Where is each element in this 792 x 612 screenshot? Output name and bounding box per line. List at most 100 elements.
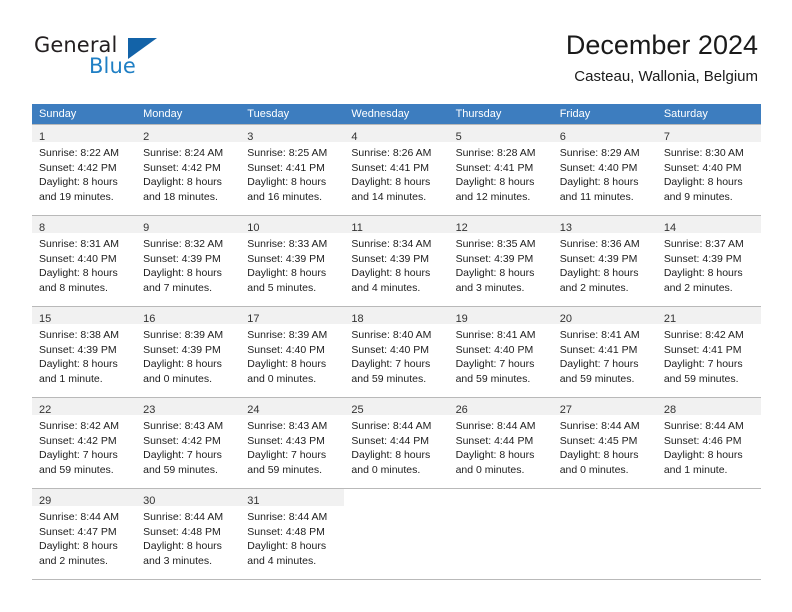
sunrise-text: Sunrise: 8:33 AM xyxy=(247,238,328,250)
day-details: Sunrise: 8:39 AM Sunset: 4:40 PM Dayligh… xyxy=(240,324,344,386)
day-number: 11 xyxy=(351,222,363,234)
day-details: Sunrise: 8:36 AM Sunset: 4:39 PM Dayligh… xyxy=(553,233,657,295)
page-subtitle-location: Casteau, Wallonia, Belgium xyxy=(574,68,758,85)
sunset-text: Sunset: 4:41 PM xyxy=(559,343,638,356)
calendar-day-cell[interactable]: 7 Sunrise: 8:30 AM Sunset: 4:40 PM Dayli… xyxy=(656,125,761,215)
day-number: 17 xyxy=(247,313,260,325)
calendar-day-cell[interactable]: 24 Sunrise: 8:43 AM Sunset: 4:43 PM Dayl… xyxy=(240,398,345,488)
day-details: Sunrise: 8:25 AM Sunset: 4:41 PM Dayligh… xyxy=(240,142,344,204)
calendar-day-cell[interactable]: 14 Sunrise: 8:37 AM Sunset: 4:39 PM Dayl… xyxy=(656,216,761,306)
calendar-day-cell[interactable]: 23 Sunrise: 8:43 AM Sunset: 4:42 PM Dayl… xyxy=(136,398,241,488)
calendar-week-row: 22 Sunrise: 8:42 AM Sunset: 4:42 PM Dayl… xyxy=(32,397,761,488)
calendar-day-cell[interactable]: 2 Sunrise: 8:24 AM Sunset: 4:42 PM Dayli… xyxy=(136,125,241,215)
calendar-day-cell[interactable]: 27 Sunrise: 8:44 AM Sunset: 4:45 PM Dayl… xyxy=(552,398,657,488)
daylight-text-line1: Daylight: 8 hours xyxy=(247,358,327,371)
sunrise-text: Sunrise: 8:44 AM xyxy=(39,511,119,523)
day-number: 14 xyxy=(663,222,677,234)
calendar-day-cell[interactable]: 12 Sunrise: 8:35 AM Sunset: 4:39 PM Dayl… xyxy=(448,216,553,306)
calendar-day-cell[interactable]: 18 Sunrise: 8:40 AM Sunset: 4:40 PM Dayl… xyxy=(344,307,449,397)
title-block: December 2024 Casteau, Wallonia, Belgium xyxy=(566,28,758,88)
day-number-band: 15 xyxy=(32,307,137,325)
calendar-day-cell[interactable]: 20 Sunrise: 8:41 AM Sunset: 4:41 PM Dayl… xyxy=(552,307,657,397)
calendar-day-cell[interactable]: 22 Sunrise: 8:42 AM Sunset: 4:42 PM Dayl… xyxy=(32,398,137,488)
page-header: General Blue December 2024 Casteau, Wall… xyxy=(0,0,792,100)
daylight-text-line2: and 0 minutes. xyxy=(247,372,317,385)
daylight-text-line1: Daylight: 8 hours xyxy=(143,540,222,553)
daylight-text-line2: and 16 minutes. xyxy=(247,190,322,203)
sunset-text: Sunset: 4:39 PM xyxy=(39,343,117,356)
day-details: Sunrise: 8:40 AM Sunset: 4:40 PM Dayligh… xyxy=(344,324,448,386)
day-number-band: 22 xyxy=(32,398,137,416)
day-number-band: 19 xyxy=(448,307,553,325)
calendar-day-cell[interactable]: 16 Sunrise: 8:39 AM Sunset: 4:39 PM Dayl… xyxy=(136,307,241,397)
daylight-text-line2: and 8 minutes. xyxy=(39,281,108,294)
calendar-day-cell[interactable]: 28 Sunrise: 8:44 AM Sunset: 4:46 PM Dayl… xyxy=(656,398,761,488)
calendar-day-cell[interactable]: 19 Sunrise: 8:41 AM Sunset: 4:40 PM Dayl… xyxy=(448,307,553,397)
calendar-day-cell[interactable]: 31 Sunrise: 8:44 AM Sunset: 4:48 PM Dayl… xyxy=(240,489,345,579)
sunrise-text: Sunrise: 8:25 AM xyxy=(247,147,328,159)
sunset-text: Sunset: 4:39 PM xyxy=(143,343,221,356)
calendar-day-cell[interactable]: 30 Sunrise: 8:44 AM Sunset: 4:48 PM Dayl… xyxy=(136,489,241,579)
day-number-band: 8 xyxy=(32,216,137,234)
daylight-text-line1: Daylight: 8 hours xyxy=(663,449,743,462)
day-number-band: 24 xyxy=(240,398,345,416)
day-details: Sunrise: 8:44 AM Sunset: 4:48 PM Dayligh… xyxy=(136,506,240,568)
daylight-text-line2: and 18 minutes. xyxy=(143,190,218,203)
calendar-week-row: 8 Sunrise: 8:31 AM Sunset: 4:40 PM Dayli… xyxy=(32,215,761,306)
day-number: 19 xyxy=(455,313,468,325)
calendar-day-cell[interactable]: 1 Sunrise: 8:22 AM Sunset: 4:42 PM Dayli… xyxy=(32,125,137,215)
calendar-day-cell-empty xyxy=(553,489,657,579)
daylight-text-line1: Daylight: 8 hours xyxy=(247,176,327,189)
calendar-day-cell[interactable]: 11 Sunrise: 8:34 AM Sunset: 4:39 PM Dayl… xyxy=(344,216,449,306)
daylight-text-line1: Daylight: 8 hours xyxy=(559,267,639,280)
calendar-day-cell[interactable]: 29 Sunrise: 8:44 AM Sunset: 4:47 PM Dayl… xyxy=(32,489,137,579)
daylight-text-line2: and 5 minutes. xyxy=(247,281,317,294)
sunrise-text: Sunrise: 8:42 AM xyxy=(663,329,744,341)
day-number-band: 16 xyxy=(136,307,241,325)
calendar-day-cell[interactable]: 25 Sunrise: 8:44 AM Sunset: 4:44 PM Dayl… xyxy=(344,398,449,488)
calendar-day-cell[interactable]: 21 Sunrise: 8:42 AM Sunset: 4:41 PM Dayl… xyxy=(656,307,761,397)
sunrise-text: Sunrise: 8:42 AM xyxy=(39,420,119,432)
day-number-band: 10 xyxy=(240,216,345,234)
general-blue-logo[interactable]: General Blue xyxy=(34,33,174,85)
calendar-day-cell[interactable]: 6 Sunrise: 8:29 AM Sunset: 4:40 PM Dayli… xyxy=(552,125,657,215)
calendar-day-cell[interactable]: 3 Sunrise: 8:25 AM Sunset: 4:41 PM Dayli… xyxy=(240,125,345,215)
daylight-text-line2: and 1 minute. xyxy=(39,372,103,385)
daylight-text-line2: and 59 minutes. xyxy=(39,463,114,476)
daylight-text-line1: Daylight: 8 hours xyxy=(455,449,535,462)
sunset-text: Sunset: 4:40 PM xyxy=(247,343,325,356)
calendar-day-cell[interactable]: 17 Sunrise: 8:39 AM Sunset: 4:40 PM Dayl… xyxy=(240,307,345,397)
sunrise-text: Sunrise: 8:39 AM xyxy=(247,329,328,341)
day-number-band: 11 xyxy=(344,216,449,234)
daylight-text-line2: and 11 minutes. xyxy=(559,190,634,203)
daylight-text-line2: and 2 minutes. xyxy=(559,281,629,294)
calendar-day-cell[interactable]: 5 Sunrise: 8:28 AM Sunset: 4:41 PM Dayli… xyxy=(448,125,553,215)
calendar-day-cell[interactable]: 15 Sunrise: 8:38 AM Sunset: 4:39 PM Dayl… xyxy=(32,307,137,397)
day-number: 27 xyxy=(559,404,572,416)
sunrise-text: Sunrise: 8:41 AM xyxy=(559,329,640,341)
day-details: Sunrise: 8:44 AM Sunset: 4:47 PM Dayligh… xyxy=(32,506,136,568)
sunrise-text: Sunrise: 8:43 AM xyxy=(143,420,224,432)
day-details: Sunrise: 8:44 AM Sunset: 4:44 PM Dayligh… xyxy=(449,415,553,477)
day-details: Sunrise: 8:39 AM Sunset: 4:39 PM Dayligh… xyxy=(136,324,240,386)
day-number: 24 xyxy=(247,404,260,416)
sunset-text: Sunset: 4:40 PM xyxy=(455,343,534,356)
calendar-page: General Blue December 2024 Casteau, Wall… xyxy=(0,0,792,612)
day-number: 12 xyxy=(455,222,468,234)
day-number: 3 xyxy=(247,131,254,143)
daylight-text-line2: and 59 minutes. xyxy=(663,372,739,385)
calendar-day-cell[interactable]: 9 Sunrise: 8:32 AM Sunset: 4:39 PM Dayli… xyxy=(136,216,241,306)
daylight-text-line1: Daylight: 8 hours xyxy=(455,176,535,189)
calendar-day-cell[interactable]: 8 Sunrise: 8:31 AM Sunset: 4:40 PM Dayli… xyxy=(32,216,137,306)
sunset-text: Sunset: 4:39 PM xyxy=(351,252,430,265)
daylight-text-line1: Daylight: 7 hours xyxy=(143,449,222,462)
sunset-text: Sunset: 4:39 PM xyxy=(143,252,221,265)
day-details: Sunrise: 8:42 AM Sunset: 4:42 PM Dayligh… xyxy=(32,415,136,477)
calendar-day-cell[interactable]: 10 Sunrise: 8:33 AM Sunset: 4:39 PM Dayl… xyxy=(240,216,345,306)
calendar-day-cell[interactable]: 4 Sunrise: 8:26 AM Sunset: 4:41 PM Dayli… xyxy=(344,125,449,215)
page-title: December 2024 xyxy=(565,30,758,60)
calendar-day-cell[interactable]: 26 Sunrise: 8:44 AM Sunset: 4:44 PM Dayl… xyxy=(448,398,553,488)
daylight-text-line1: Daylight: 8 hours xyxy=(247,540,327,553)
weekday-header-row: Sunday Monday Tuesday Wednesday Thursday… xyxy=(32,104,761,124)
calendar-day-cell[interactable]: 13 Sunrise: 8:36 AM Sunset: 4:39 PM Dayl… xyxy=(552,216,657,306)
